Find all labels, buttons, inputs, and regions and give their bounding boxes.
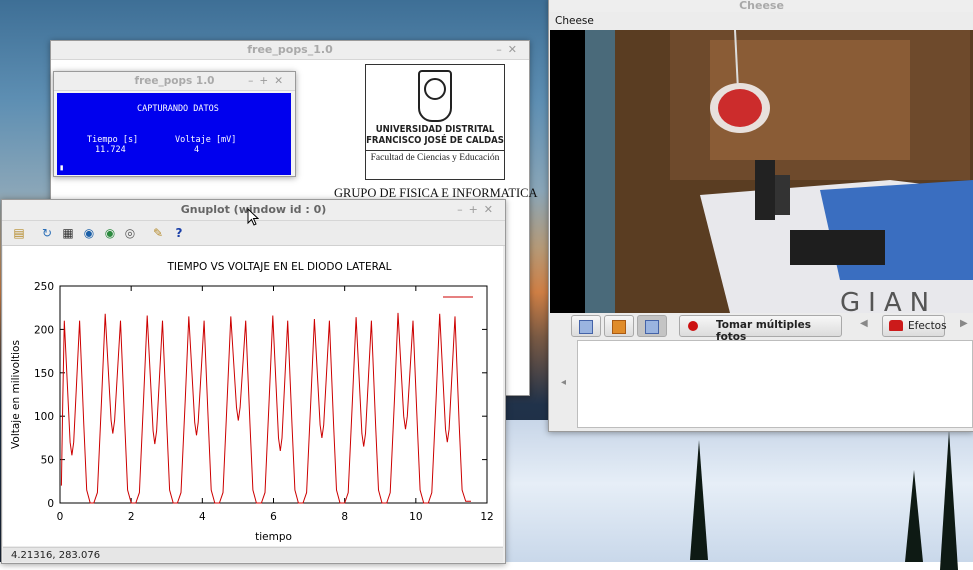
effects-prev-arrow-icon[interactable]: ◀ <box>860 318 868 329</box>
replot-icon[interactable]: ↻ <box>39 225 55 241</box>
free-pops-capture-window: free_pops 1.0 –+✕ CAPTURANDO DATOS Tiemp… <box>53 71 296 177</box>
time-value: 11.724 <box>95 145 126 155</box>
voltage-series-line <box>60 312 471 504</box>
snow-landscape <box>505 420 973 562</box>
x-tick-label: 12 <box>480 511 493 523</box>
logo-faculty: Facultad de Ciencias y Educación <box>366 150 504 163</box>
gnuplot-window: Gnuplot (window id : 0) –+✕ ▤ ↻ ▦ ◉ ◉ ◎ … <box>1 199 506 564</box>
window-title: Cheese <box>739 0 784 12</box>
close-icon[interactable]: ✕ <box>508 43 523 56</box>
x-tick-label: 2 <box>128 511 135 523</box>
zoom-previous-icon[interactable]: ◉ <box>81 225 97 241</box>
free-pops-capture-titlebar[interactable]: free_pops 1.0 –+✕ <box>54 72 295 91</box>
logo-line2: FRANCISCO JOSÉ DE CALDAS <box>366 135 504 146</box>
y-axis-label: Voltaje en milivoltios <box>10 340 22 449</box>
copy-clipboard-icon[interactable]: ▤ <box>11 225 27 241</box>
pine-tree <box>940 430 958 570</box>
window-controls: –+✕ <box>248 72 289 90</box>
menu-cheese[interactable]: Cheese <box>555 15 594 27</box>
x-tick-label: 4 <box>199 511 206 523</box>
terminal-cursor: ▮ <box>59 163 65 173</box>
voltage-label: Voltaje [mV] <box>175 135 237 145</box>
photo-thumbnails-strip[interactable] <box>577 340 973 428</box>
y-tick-label: 150 <box>34 368 54 380</box>
cheese-controls: Tomar múltiples fotos ◀ Efectos ▶ <box>550 314 973 343</box>
close-icon[interactable]: ✕ <box>484 203 499 216</box>
chart-title: TIEMPO VS VOLTAJE EN EL DIODO LATERAL <box>166 261 391 273</box>
effects-label: Efectos <box>908 320 947 332</box>
burst-mode-button[interactable] <box>637 315 667 337</box>
svg-text:GIAN: GIAN <box>840 288 937 313</box>
grid-icon[interactable]: ▦ <box>60 225 76 241</box>
cheese-menubar: Cheese <box>549 12 973 30</box>
close-icon[interactable]: ✕ <box>274 75 289 87</box>
burst-mode-icon <box>645 320 659 334</box>
video-mode-icon <box>612 320 626 334</box>
help-icon[interactable]: ? <box>171 225 187 241</box>
zoom-next-icon[interactable]: ◉ <box>102 225 118 241</box>
y-tick-label: 0 <box>47 498 54 510</box>
maximize-icon[interactable]: + <box>259 75 274 87</box>
window-title: free_pops 1.0 <box>134 75 215 87</box>
settings-icon[interactable]: ✎ <box>150 225 166 241</box>
pine-tree <box>690 440 708 560</box>
y-tick-label: 200 <box>34 324 54 336</box>
free-pops-main-titlebar[interactable]: free_pops_1.0 –✕ <box>51 41 529 60</box>
unzoom-icon[interactable]: ◎ <box>122 225 138 241</box>
time-label: Tiempo [s] <box>87 135 139 145</box>
minimize-icon[interactable]: – <box>248 75 259 87</box>
x-tick-label: 10 <box>409 511 422 523</box>
x-tick-label: 6 <box>270 511 277 523</box>
capture-terminal[interactable]: CAPTURANDO DATOS Tiempo [s] 11.724 Volta… <box>57 93 291 175</box>
record-icon <box>688 321 698 331</box>
chart-svg[interactable]: TIEMPO VS VOLTAJE EN EL DIODO LATERAL tie… <box>3 246 503 546</box>
plot-area[interactable]: TIEMPO VS VOLTAJE EN EL DIODO LATERAL tie… <box>3 246 503 546</box>
maximize-icon[interactable]: + <box>469 203 484 216</box>
cheese-titlebar[interactable]: Cheese <box>549 0 973 12</box>
x-axis-label: tiempo <box>255 531 292 543</box>
pine-tree <box>905 470 923 562</box>
take-multiple-photos-button[interactable]: Tomar múltiples fotos <box>679 315 842 343</box>
webcam-image: GIAN <box>550 30 973 313</box>
window-title: free_pops_1.0 <box>247 43 333 56</box>
minimize-icon[interactable]: – <box>496 43 508 56</box>
effects-next-arrow-icon[interactable]: ▶ <box>960 318 968 329</box>
photo-mode-button[interactable] <box>571 315 601 337</box>
university-logo: UNIVERSIDAD DISTRITAL FRANCISCO JOSÉ DE … <box>365 64 505 180</box>
capture-status: CAPTURANDO DATOS <box>137 104 219 114</box>
video-mode-button[interactable] <box>604 315 634 337</box>
x-tick-label: 8 <box>341 511 348 523</box>
y-tick-label: 50 <box>41 455 54 467</box>
photo-mode-icon <box>579 320 593 334</box>
gnuplot-status-bar: 4.21316, 283.076 <box>3 547 503 562</box>
university-crest-icon <box>418 70 452 122</box>
voltage-value: 4 <box>194 145 200 155</box>
effects-button[interactable]: Efectos <box>882 315 947 337</box>
webcam-preview: GIAN <box>550 30 973 313</box>
plot-frame <box>59 285 488 504</box>
logo-line1: UNIVERSIDAD DISTRITAL <box>375 124 495 135</box>
x-tick-label: 0 <box>57 511 64 523</box>
y-tick-label: 100 <box>34 411 54 423</box>
window-controls: –✕ <box>496 41 523 59</box>
mouse-pointer-icon <box>247 208 259 226</box>
minimize-icon[interactable]: – <box>457 203 469 216</box>
effects-icon <box>889 320 903 331</box>
cheese-window: Cheese Cheese GIAN Tomar múltiples fotos… <box>548 0 973 432</box>
window-controls: –+✕ <box>457 200 499 220</box>
thumbnails-scroll-left-icon[interactable]: ◂ <box>561 377 566 388</box>
y-tick-label: 250 <box>34 281 54 293</box>
